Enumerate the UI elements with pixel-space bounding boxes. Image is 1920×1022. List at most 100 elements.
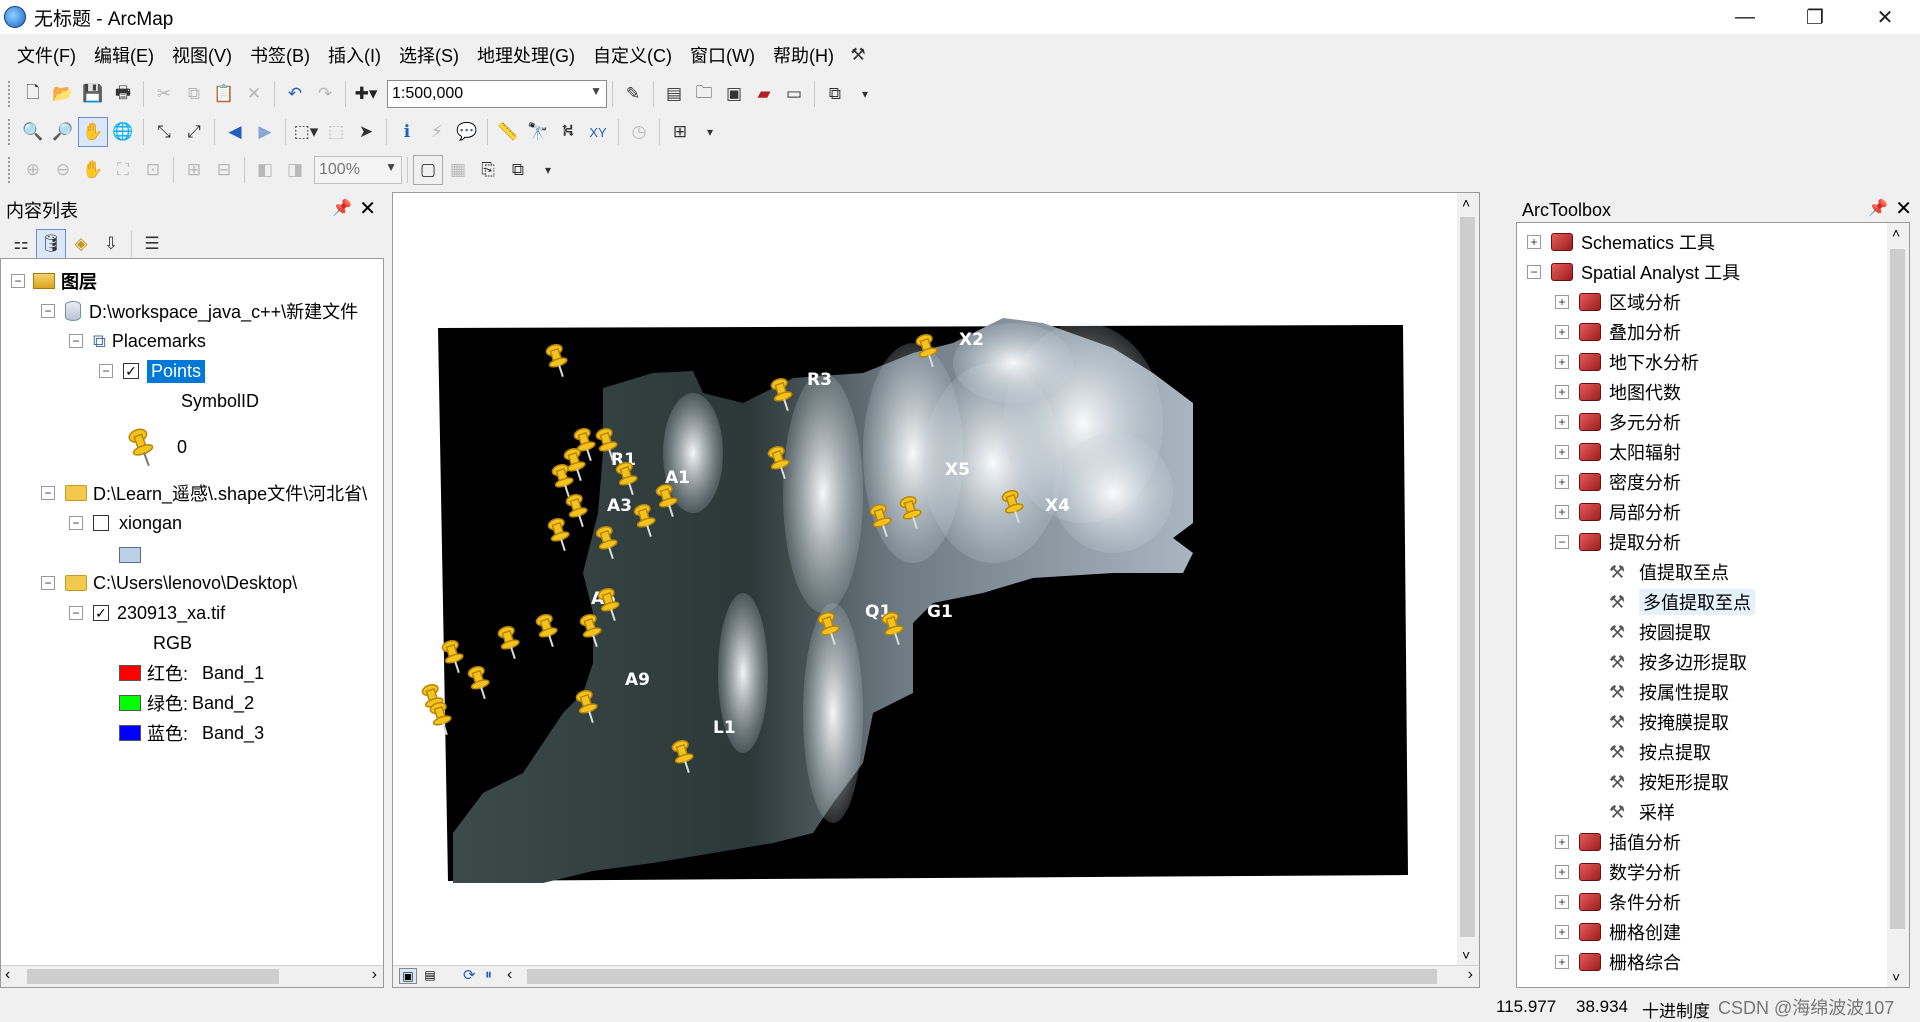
- toc-xiongan-layer[interactable]: − xiongan: [69, 509, 182, 537]
- arctoolbox-icon[interactable]: ▰: [749, 79, 779, 109]
- new-document-icon[interactable]: 🗋: [18, 79, 48, 109]
- layout-pan-icon[interactable]: ✋: [78, 155, 108, 185]
- toolset-item[interactable]: + 太阳辐射: [1555, 437, 1681, 467]
- tool-item[interactable]: ⚒ 按矩形提取: [1609, 767, 1729, 797]
- toolset-item[interactable]: + 条件分析: [1555, 887, 1681, 917]
- toolset-item[interactable]: + 栅格综合: [1555, 947, 1681, 977]
- close-button[interactable]: ✕: [1850, 0, 1920, 34]
- points-visibility-checkbox[interactable]: ✓: [123, 363, 139, 379]
- arctoolbox-vscroll-thumb[interactable]: [1890, 249, 1905, 929]
- refresh-icon[interactable]: ⟳: [463, 966, 476, 984]
- toc-layers-root[interactable]: − 图层: [11, 267, 97, 295]
- toc-scroll-thumb[interactable]: [27, 969, 279, 984]
- map-hscroll-thumb[interactable]: [527, 969, 1437, 984]
- toolset-item[interactable]: + 多元分析: [1555, 407, 1681, 437]
- list-by-selection-icon[interactable]: ⇩: [96, 229, 126, 259]
- fixed-zoom-in-icon[interactable]: ⊞: [179, 155, 209, 185]
- toolset-item[interactable]: + 地图代数: [1555, 377, 1681, 407]
- go-to-xy-icon[interactable]: XY: [583, 117, 613, 147]
- toolset-item[interactable]: + 插值分析: [1555, 827, 1681, 857]
- tif-visibility-checkbox[interactable]: ✓: [93, 605, 109, 621]
- red-band-swatch[interactable]: [119, 665, 141, 681]
- fixed-zoom-out-icon[interactable]: ⊟: [209, 155, 239, 185]
- go-back-arrow-icon[interactable]: ◀: [220, 117, 250, 147]
- data-view-button[interactable]: ▣: [399, 968, 417, 984]
- hammer-icon[interactable]: ⚒: [843, 40, 873, 70]
- scroll-left-icon[interactable]: ‹: [507, 966, 512, 984]
- xiongan-symbol-row[interactable]: [119, 541, 141, 569]
- menu-windows[interactable]: 窗口(W): [681, 42, 764, 68]
- blue-band-row[interactable]: 蓝色: Band_3: [119, 719, 264, 747]
- change-layout-icon[interactable]: ⎘: [473, 155, 503, 185]
- zoom-in-icon[interactable]: 🔍: [18, 117, 48, 147]
- find-binoculars-icon[interactable]: 🔭: [523, 117, 553, 147]
- toc-tif-layer[interactable]: − ✓ 230913_xa.tif: [69, 599, 225, 627]
- tool-item[interactable]: ⚒ 按圆提取: [1609, 617, 1711, 647]
- expand-icon[interactable]: +: [1555, 925, 1569, 939]
- save-icon[interactable]: 💾: [78, 79, 108, 109]
- map-data-frame[interactable]: R2R3X2R1A1A3X5X4A5Q1G1A9L1 ˄ ˅ ▣ ▤ ⟳ ⏸ ‹…: [392, 192, 1480, 988]
- go-forward-arrow-icon[interactable]: ▶: [250, 117, 280, 147]
- tool-item[interactable]: ⚒ 按属性提取: [1609, 677, 1729, 707]
- toolset-item[interactable]: + 数学分析: [1555, 857, 1681, 887]
- toolbar-grip[interactable]: [8, 119, 12, 145]
- collapse-icon[interactable]: −: [69, 334, 83, 348]
- previous-extent-icon[interactable]: ◧: [250, 155, 280, 185]
- toolset-item[interactable]: − 提取分析: [1555, 527, 1681, 557]
- tool-item[interactable]: ⚒ 采样: [1609, 797, 1675, 827]
- menu-insert[interactable]: 插入(I): [319, 42, 390, 68]
- map-vscroll-thumb[interactable]: [1460, 217, 1475, 937]
- select-elements-arrow-icon[interactable]: ➤: [351, 117, 381, 147]
- list-by-source-icon[interactable]: 🛢: [36, 229, 66, 259]
- search-window-icon[interactable]: ▣: [719, 79, 749, 109]
- tool-item[interactable]: ⚒ 按多边形提取: [1609, 647, 1747, 677]
- pin-icon[interactable]: 📌: [1868, 198, 1888, 218]
- expand-icon[interactable]: +: [1555, 835, 1569, 849]
- polygon-symbol-swatch[interactable]: [119, 547, 141, 563]
- pause-drawing-icon[interactable]: ⏸: [485, 966, 492, 983]
- full-extent-globe-icon[interactable]: 🌐: [108, 117, 138, 147]
- expand-icon[interactable]: +: [1555, 445, 1569, 459]
- menu-bookmarks[interactable]: 书签(B): [241, 42, 319, 68]
- pin-icon[interactable]: 📌: [332, 198, 352, 218]
- expand-icon[interactable]: +: [1555, 895, 1569, 909]
- measure-icon[interactable]: 📏: [493, 117, 523, 147]
- toolbar-options-icon[interactable]: ▾: [850, 79, 880, 109]
- zoom-whole-page-icon[interactable]: ⛶: [108, 155, 138, 185]
- map-canvas[interactable]: R2R3X2R1A1A3X5X4A5Q1G1A9L1: [393, 193, 1453, 965]
- zoom-percent-combo[interactable]: 100% ▼: [314, 156, 402, 184]
- menu-geoprocessing[interactable]: 地理处理(G): [468, 42, 584, 68]
- toolset-item[interactable]: + 密度分析: [1555, 467, 1681, 497]
- table-of-contents-icon[interactable]: ▤: [659, 79, 689, 109]
- find-route-icon[interactable]: ⛕: [553, 117, 583, 147]
- delete-icon[interactable]: ✕: [239, 79, 269, 109]
- pan-hand-icon[interactable]: ✋: [78, 117, 108, 147]
- scroll-down-icon[interactable]: ˅: [1892, 969, 1900, 985]
- toolset-item[interactable]: + 地下水分析: [1555, 347, 1699, 377]
- collapse-icon[interactable]: −: [41, 486, 55, 500]
- red-band-row[interactable]: 红色: Band_1: [119, 659, 264, 687]
- collapse-icon[interactable]: −: [69, 516, 83, 530]
- green-band-row[interactable]: 绿色: Band_2: [119, 689, 254, 717]
- expand-icon[interactable]: +: [1555, 505, 1569, 519]
- collapse-icon[interactable]: −: [69, 606, 83, 620]
- toc-horizontal-scrollbar[interactable]: ‹ ›: [1, 965, 383, 987]
- toc-desktop-source[interactable]: − C:\Users\lenovo\Desktop\: [41, 569, 297, 597]
- close-icon[interactable]: ✕: [1895, 196, 1912, 221]
- collapse-icon[interactable]: −: [41, 576, 55, 590]
- scroll-down-icon[interactable]: ˅: [1462, 947, 1470, 963]
- collapse-icon[interactable]: −: [1555, 535, 1569, 549]
- list-by-visibility-icon[interactable]: ◈: [66, 229, 96, 259]
- minimize-button[interactable]: —: [1710, 0, 1780, 34]
- cut-icon[interactable]: ✂: [149, 79, 179, 109]
- html-popup-icon[interactable]: 💬: [452, 117, 482, 147]
- add-data-icon[interactable]: ✚▾: [351, 79, 381, 109]
- expand-icon[interactable]: +: [1555, 355, 1569, 369]
- expand-icon[interactable]: +: [1555, 955, 1569, 969]
- fixed-zoom-out-icon[interactable]: ⤢: [179, 117, 209, 147]
- identify-info-icon[interactable]: ℹ: [392, 117, 422, 147]
- zoom-out-icon[interactable]: 🔎: [48, 117, 78, 147]
- collapse-icon[interactable]: −: [41, 304, 55, 318]
- blue-band-swatch[interactable]: [119, 725, 141, 741]
- layout-zoom-out-icon[interactable]: ⊖: [48, 155, 78, 185]
